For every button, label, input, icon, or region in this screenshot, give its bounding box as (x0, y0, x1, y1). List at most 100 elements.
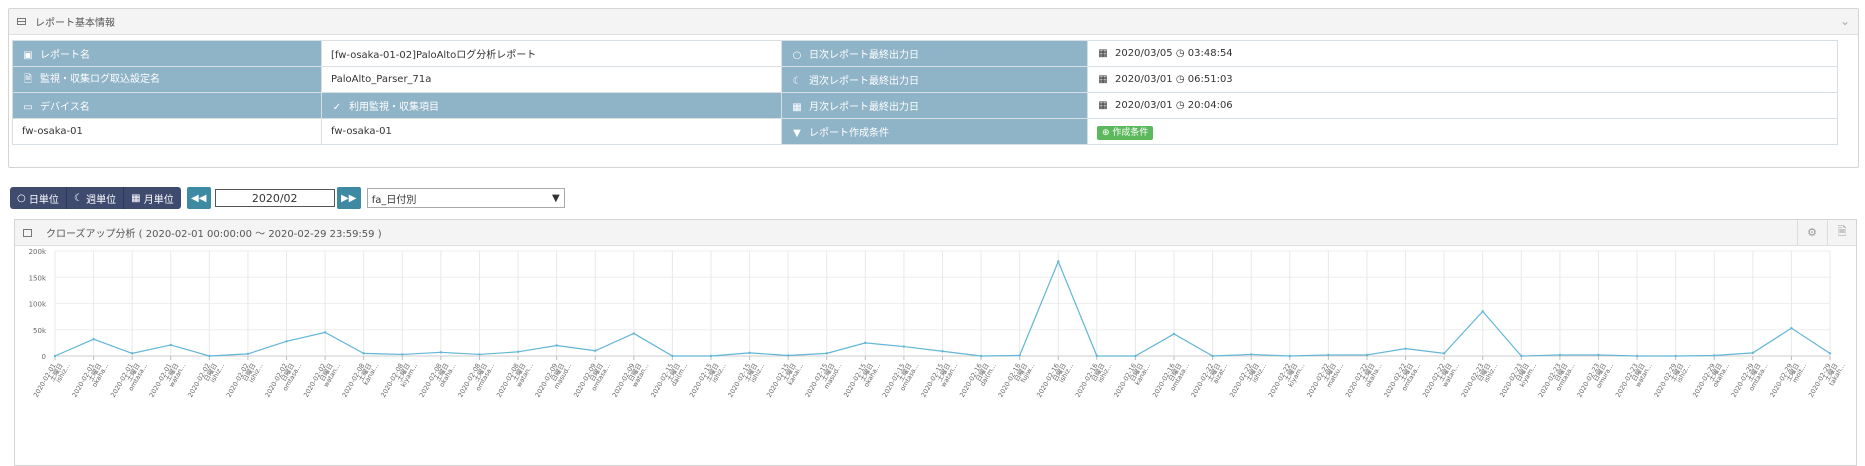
closeup-analysis-panel: クローズアップ分析 ( 2020-02-01 00:00:00 〜 2020-0… (14, 219, 1857, 466)
bolt-icon: ✓ (332, 102, 342, 113)
monitor-item-label-cell: ✓ 利用監視・収集項目 (321, 92, 782, 119)
data-point (1327, 353, 1330, 357)
data-point (941, 350, 944, 353)
device-name-label: デバイス名 (40, 102, 90, 113)
data-point (478, 353, 481, 356)
report-type-value: fa_日付別 (371, 194, 417, 206)
data-point (1057, 260, 1060, 263)
data-point (1249, 353, 1253, 356)
chevron-down-icon[interactable]: ⌄ (1840, 14, 1850, 28)
data-point (671, 354, 674, 358)
data-point (632, 332, 636, 335)
data-point (1713, 354, 1716, 357)
monthly-last-output-value: ▦ 2020/03/01 ◷ 20:04:06 (1087, 92, 1838, 119)
data-point (1211, 354, 1214, 358)
data-point (864, 341, 867, 345)
info-row-device-values: fw-osaka-01 fw-osaka-01 ▼ レポート作成条件 ⊕ 作成条件 (12, 118, 1838, 145)
report-info-table: ▣ レポート名 [fw-osaka-01-02]PaloAltoログ分析レポート … (12, 40, 1838, 145)
create-condition-label: 作成条件 (1112, 128, 1149, 138)
daily-label: 日単位 (28, 194, 59, 206)
log-setting-label-cell: 🗎 監視・収集ログ取込設定名 (12, 66, 322, 93)
calendar-icon: ▦ (1098, 74, 1108, 85)
gear-icon: ⚙ (1807, 226, 1817, 239)
data-point (246, 352, 250, 356)
closeup-title: クローズアップ分析 ( 2020-02-01 00:00:00 〜 2020-0… (46, 229, 382, 240)
pdf-export-button[interactable]: 🗎 (1827, 220, 1856, 245)
monthly-last-output-label-cell: ▦ 月次レポート最終出力日 (781, 92, 1088, 119)
clock-icon: ◷ (1175, 100, 1185, 111)
closeup-panel-header: クローズアップ分析 ( 2020-02-01 00:00:00 〜 2020-0… (15, 220, 1856, 246)
report-name-label-cell: ▣ レポート名 (12, 40, 322, 67)
daily-last-output-label: 日次レポート最終出力日 (809, 50, 919, 61)
weekly-button[interactable]: ☾ 週単位 (67, 187, 125, 209)
monthly-date: 2020/03/01 (1115, 100, 1173, 111)
daily-button[interactable]: ○ 日単位 (10, 187, 67, 209)
pdf-icon: 🗎 (1837, 225, 1847, 238)
data-point (1597, 353, 1600, 357)
data-point (1751, 351, 1755, 355)
data-point (555, 344, 558, 347)
calendar-icon: ▦ (131, 192, 141, 204)
data-point (825, 352, 828, 355)
data-point (53, 354, 57, 358)
data-point (1790, 326, 1793, 330)
clock-icon: ◷ (1175, 74, 1185, 85)
monthly-button[interactable]: ▦ 月単位 (124, 187, 181, 209)
circle-icon: ○ (792, 50, 802, 61)
log-setting-label: 監視・収集ログ取込設定名 (40, 74, 160, 85)
prev-month-button[interactable]: ◀◀ (186, 187, 211, 209)
data-point (1018, 354, 1021, 357)
period-button-group: ○ 日単位 ☾ 週単位 ▦ 月単位 (10, 187, 181, 209)
daily-date: 2020/03/05 (1115, 48, 1173, 59)
data-point (1520, 354, 1523, 358)
data-point (709, 354, 713, 358)
data-point (323, 331, 327, 334)
data-point (979, 354, 983, 358)
y-tick-label: 100k (29, 301, 47, 309)
file-icon: 🗎 (23, 74, 33, 85)
daily-last-output-value: ▦ 2020/03/05 ◷ 03:48:54 (1087, 40, 1838, 67)
report-name-label: レポート名 (40, 50, 90, 61)
monitor-icon: ▭ (23, 102, 33, 113)
data-point (208, 354, 211, 358)
monthly-label: 月単位 (143, 194, 174, 206)
report-condition-label: レポート作成条件 (809, 128, 889, 139)
data-point (748, 351, 751, 355)
data-point (92, 338, 95, 341)
create-condition-badge[interactable]: ⊕ 作成条件 (1097, 126, 1154, 140)
daily-time: 03:48:54 (1187, 48, 1233, 59)
data-point (1674, 354, 1677, 358)
report-name-value: [fw-osaka-01-02]PaloAltoログ分析レポート (321, 40, 782, 67)
info-row-device-header: ▭ デバイス名 ✓ 利用監視・収集項目 ▦ 月次レポート最終出力日 ▦ 2020/03/… (12, 92, 1838, 119)
data-point (1095, 354, 1099, 358)
device-name-value: fw-osaka-01 (12, 118, 322, 145)
daily-last-output-label-cell: ○ 日次レポート最終出力日 (781, 40, 1088, 67)
data-point (594, 349, 597, 352)
report-panel-header[interactable]: レポート基本情報 ⌄ (9, 9, 1858, 35)
plus-circle-icon: ⊕ (1102, 128, 1110, 138)
moon-icon: ☾ (73, 192, 83, 204)
y-tick-label: 150k (29, 274, 47, 282)
table-icon (17, 18, 26, 25)
data-point (362, 352, 365, 355)
report-type-select[interactable]: fa_日付別 ▼ (366, 188, 565, 208)
double-chevron-right-icon: ▶▶ (341, 192, 357, 204)
data-point (401, 353, 404, 356)
double-chevron-left-icon: ◀◀ (191, 192, 207, 204)
y-tick-label: 200k (29, 248, 47, 256)
log-setting-value: PaloAlto_Parser_71a (321, 66, 782, 93)
y-tick-label: 50k (33, 327, 47, 335)
data-point (786, 354, 790, 357)
data-point (1134, 354, 1137, 358)
data-point (1288, 354, 1291, 358)
month-input[interactable]: 2020/02 (214, 189, 335, 207)
calendar-icon: ▦ (1098, 48, 1108, 59)
weekly-last-output-value: ▦ 2020/03/01 ◷ 06:51:03 (1087, 66, 1838, 93)
settings-button[interactable]: ⚙ (1797, 220, 1826, 245)
weekly-label: 週単位 (86, 194, 117, 206)
report-condition-value: ⊕ 作成条件 (1087, 118, 1838, 145)
chart-icon (23, 228, 32, 237)
next-month-button[interactable]: ▶▶ (336, 187, 361, 209)
data-point (1635, 354, 1639, 358)
data-point (439, 351, 443, 354)
